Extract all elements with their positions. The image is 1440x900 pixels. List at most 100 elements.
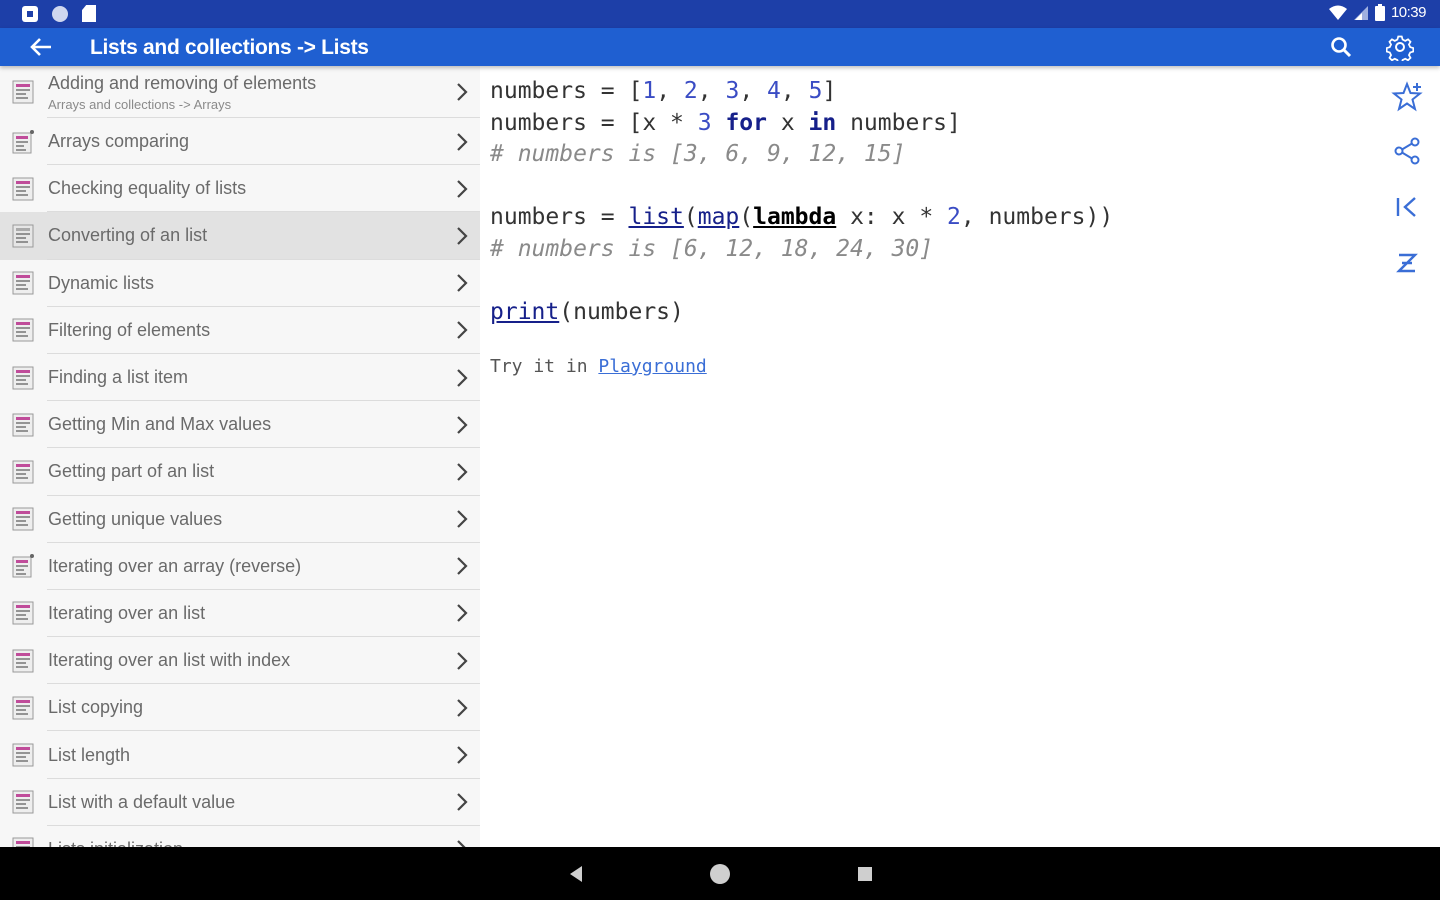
notification-dot-icon <box>52 5 68 22</box>
nav-home-button[interactable] <box>707 861 733 887</box>
page-title: Lists and collections -> Lists <box>90 36 369 59</box>
print-function-link[interactable]: print <box>490 299 559 325</box>
list-item-converting[interactable]: Converting of an list <box>0 212 480 260</box>
nav-recents-button[interactable] <box>852 861 878 887</box>
code-file-icon <box>12 80 34 104</box>
favorite-button[interactable] <box>1388 78 1426 116</box>
gear-icon <box>1386 35 1414 61</box>
list-item-list-copying[interactable]: List copying <box>0 684 480 732</box>
list-item-label: Converting of an list <box>48 225 208 246</box>
list-item-label: Finding a list item <box>48 367 189 388</box>
code-file-icon <box>12 224 34 248</box>
code-file-icon <box>12 507 34 531</box>
chevron-right-icon <box>457 510 468 528</box>
sd-card-icon <box>82 5 96 22</box>
list-item-iterating-index[interactable]: Iterating over an list with index <box>0 637 480 685</box>
chevron-right-icon <box>457 83 468 101</box>
list-item-label: List copying <box>48 697 144 718</box>
list-item-initialization[interactable]: Lists initialization <box>0 826 480 847</box>
list-item-label: Checking equality of lists <box>48 178 247 199</box>
square-recents-icon <box>858 867 872 881</box>
list-item-iterating-reverse[interactable]: Iterating over an array (reverse) <box>0 543 480 591</box>
status-notifications <box>22 5 96 22</box>
list-item-checking-equality[interactable]: Checking equality of lists <box>0 165 480 213</box>
chevron-right-icon <box>457 793 468 811</box>
chevron-right-icon <box>457 368 468 387</box>
list-item-label: Getting part of an list <box>48 461 215 482</box>
back-button[interactable] <box>26 32 56 62</box>
list-item-min-max[interactable]: Getting Min and Max values <box>0 401 480 449</box>
list-item-finding[interactable]: Finding a list item <box>0 354 480 402</box>
list-item-adding-removing[interactable]: Adding and removing of elements Arrays a… <box>0 66 480 118</box>
settings-button[interactable] <box>1384 31 1416 63</box>
chevron-right-icon <box>457 321 468 340</box>
nav-back-button[interactable] <box>563 861 589 887</box>
list-item-label: Filtering of elements <box>48 319 211 340</box>
chevron-right-icon <box>457 227 468 245</box>
status-clock: 10:39 <box>1390 4 1427 21</box>
code-comment: # numbers is [3, 6, 9, 12, 15] <box>490 141 906 167</box>
notification-app-icon <box>22 5 38 22</box>
lambda-keyword-link[interactable]: lambda <box>753 204 836 230</box>
code-file-icon <box>12 601 34 625</box>
chevron-right-icon <box>457 651 468 670</box>
map-function-link[interactable]: map <box>698 204 740 230</box>
app-bar: Lists and collections -> Lists <box>0 28 1440 66</box>
code-file-icon <box>12 837 34 847</box>
list-item-default-value[interactable]: List with a default value <box>0 779 480 827</box>
code-file-icon <box>12 649 34 673</box>
list-item-unique-values[interactable]: Getting unique values <box>0 496 480 543</box>
code-file-icon <box>12 366 34 390</box>
list-item-dynamic-lists[interactable]: Dynamic lists <box>0 260 480 307</box>
code-file-icon <box>12 271 34 295</box>
list-item-label: Adding and removing of elements <box>48 72 317 93</box>
status-bar: 10:39 <box>0 0 1440 28</box>
first-item-button[interactable] <box>1388 188 1426 226</box>
list-item-label: Iterating over an list with index <box>48 650 291 671</box>
list-item-label: Lists initialization <box>48 839 440 847</box>
wifi-icon <box>1328 5 1347 20</box>
code-line-8: print(numbers) <box>490 298 684 325</box>
list-item-label: Iterating over an array (reverse) <box>48 555 302 576</box>
star-add-icon <box>1391 81 1423 112</box>
playground-link[interactable]: Playground <box>598 356 706 377</box>
skip-start-icon <box>1396 197 1416 217</box>
code-block: numbers = [1, 2, 3, 4, 5] numbers = [x *… <box>490 76 1113 328</box>
code-line-2: numbers = [x * 3 for x in numbers] <box>490 109 961 136</box>
chevron-right-icon <box>457 557 468 576</box>
list-item-iterating[interactable]: Iterating over an list <box>0 590 480 638</box>
try-it-line: Try it in Playground <box>490 356 707 377</box>
navigation-bar <box>0 847 1440 900</box>
code-file-icon <box>12 790 34 814</box>
chevron-right-icon <box>457 699 468 717</box>
topic-list[interactable]: Adding and removing of elements Arrays a… <box>0 66 480 847</box>
sort-z-button[interactable] <box>1388 244 1426 282</box>
sort-alpha-icon <box>1396 253 1418 273</box>
list-item-label: Getting Min and Max values <box>48 414 272 435</box>
list-item-arrays-comparing[interactable]: Arrays comparing <box>0 118 480 166</box>
code-file-icon <box>12 460 34 484</box>
list-item-filtering[interactable]: Filtering of elements <box>0 307 480 355</box>
battery-icon <box>1374 4 1385 21</box>
list-item-list-length[interactable]: List length <box>0 731 480 779</box>
list-function-link[interactable]: list <box>628 204 683 230</box>
code-file-icon <box>12 318 34 342</box>
list-item-label: Dynamic lists <box>48 272 155 293</box>
signal-icon <box>1353 5 1368 20</box>
share-button[interactable] <box>1388 132 1426 170</box>
chevron-right-icon <box>457 604 468 623</box>
chevron-right-icon <box>457 180 468 198</box>
code-file-icon <box>12 743 34 767</box>
chevron-right-icon <box>457 840 466 847</box>
list-item-sublabel: Arrays and collections -> Arrays <box>48 96 232 112</box>
list-item-label: List with a default value <box>48 791 236 812</box>
chevron-right-icon <box>457 463 468 481</box>
chevron-right-icon <box>457 132 468 151</box>
search-icon <box>1331 37 1352 58</box>
code-file-starred-icon <box>12 554 34 578</box>
list-item-part-of-list[interactable]: Getting part of an list <box>0 448 480 496</box>
search-button[interactable] <box>1326 32 1356 62</box>
code-line-5: numbers = list(map(lambda x: x * 2, numb… <box>490 204 1114 230</box>
triangle-back-icon <box>570 866 582 882</box>
code-file-icon <box>12 177 34 201</box>
